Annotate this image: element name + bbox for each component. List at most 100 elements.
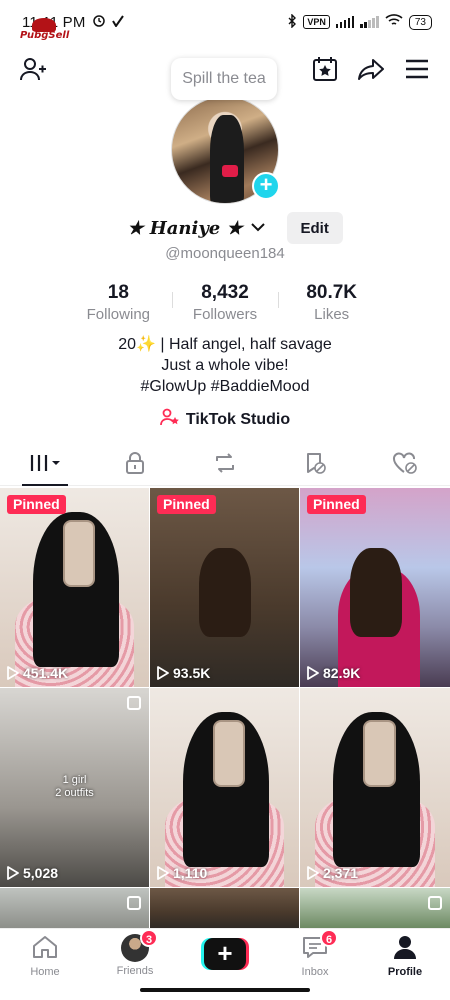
nav-friends-label: Friends (116, 965, 154, 977)
heart-hidden-icon (392, 451, 418, 480)
nav-profile[interactable]: Profile (360, 929, 450, 980)
stat-followers[interactable]: 8,432 Followers (171, 282, 279, 323)
home-icon (31, 934, 59, 963)
bio-line: Just a whole vibe! (161, 357, 289, 374)
videos-grid-icon (29, 453, 61, 478)
nav-home-label: Home (30, 966, 60, 978)
chevron-down-icon[interactable] (250, 219, 265, 237)
play-icon (157, 666, 169, 680)
bio-line: 20✨ | Half angel, half savage (118, 336, 332, 353)
thumb-caption: 1 girl 2 outfits (0, 774, 149, 800)
tab-liked[interactable] (360, 446, 450, 485)
nav-friends[interactable]: 3 Friends (90, 929, 180, 980)
stat-following[interactable]: 18 Following (65, 282, 172, 323)
view-count: 5,028 (7, 865, 58, 881)
play-icon (157, 866, 169, 880)
thumb-phone (62, 519, 96, 588)
calendar-star-icon[interactable] (310, 54, 340, 84)
video-thumbnail[interactable] (150, 888, 299, 928)
bio-line: #GlowUp #BaddieMood (140, 378, 310, 395)
likes-count: 80.7K (306, 282, 358, 303)
followers-count: 8,432 (201, 282, 249, 303)
wifi-icon (385, 14, 403, 30)
inbox-badge: 6 (320, 929, 338, 947)
thumb-caption-line: 1 girl (62, 774, 87, 786)
thumb-phone (212, 719, 246, 788)
friends-badge: 3 (140, 929, 158, 947)
tab-videos[interactable] (0, 446, 90, 486)
play-icon (307, 866, 319, 880)
view-count-value: 82.9K (323, 665, 361, 681)
view-count-value: 1,110 (173, 865, 208, 881)
create-button[interactable]: + (201, 938, 249, 970)
tab-private[interactable] (90, 446, 180, 485)
signal-icon (335, 16, 355, 28)
profile-stats: 18 Following 8,432 Followers 80.7K Likes (65, 282, 385, 323)
thumb-caption-line: 2 outfits (55, 787, 94, 799)
spill-the-tea-bubble[interactable]: Spill the tea (171, 58, 277, 100)
edit-profile-button[interactable]: Edit (286, 212, 343, 244)
creator-star-icon (159, 408, 180, 431)
view-count: 93.5K (157, 665, 210, 681)
add-friend-icon[interactable] (18, 54, 48, 84)
video-thumbnail[interactable]: 2,371 (300, 688, 450, 887)
bio: 20✨ | Half angel, half savage Just a who… (0, 334, 450, 397)
name-row: ★ Haniye ★ Edit (0, 212, 450, 244)
video-thumbnail[interactable]: 1 girl 2 outfits 5,028 (0, 688, 149, 887)
pinned-badge: Pinned (157, 495, 216, 514)
nav-home[interactable]: Home (0, 929, 90, 980)
video-thumbnail[interactable]: Pinned 82.9K (300, 488, 450, 687)
lock-icon (125, 452, 145, 479)
vpn-badge: VPN (303, 15, 330, 29)
view-count-value: 451.4K (23, 665, 69, 681)
multi-photo-icon (428, 896, 442, 910)
view-count-value: 5,028 (23, 865, 59, 881)
play-icon (307, 666, 319, 680)
play-icon (7, 866, 19, 880)
tiktok-studio-label: TikTok Studio (185, 410, 291, 428)
play-icon (7, 666, 19, 680)
view-count: 451.4K (7, 665, 68, 681)
pinned-badge: Pinned (307, 495, 366, 514)
username-handle: @moonqueen184 (165, 245, 285, 262)
thumb-figure (349, 547, 402, 638)
stat-likes[interactable]: 80.7K Likes (278, 282, 385, 323)
video-thumbnail[interactable] (300, 888, 450, 928)
tab-favorites[interactable] (270, 446, 360, 485)
bluetooth-icon (287, 12, 297, 31)
view-count-value: 93.5K (173, 665, 211, 681)
plus-icon: + (204, 938, 246, 970)
pinned-badge: Pinned (7, 495, 66, 514)
watermark-text: PubgSell (20, 30, 70, 41)
multi-photo-icon (127, 896, 141, 910)
tiktok-studio-link[interactable]: TikTok Studio (0, 408, 450, 431)
battery-indicator: 73 (408, 14, 432, 30)
nav-inbox-label: Inbox (301, 966, 329, 978)
check-icon (111, 14, 124, 31)
likes-label: Likes (314, 306, 350, 323)
repost-icon (213, 452, 237, 479)
multi-photo-icon (127, 696, 141, 710)
view-count: 1,110 (157, 865, 207, 881)
menu-icon[interactable] (402, 54, 432, 84)
share-icon[interactable] (356, 54, 386, 84)
add-story-icon[interactable]: + (252, 172, 280, 200)
content-tabs (0, 446, 450, 486)
nav-inbox[interactable]: 6 Inbox (270, 929, 360, 980)
display-name: ★ Haniye ★ (127, 217, 243, 239)
video-thumbnail[interactable] (0, 888, 149, 928)
video-thumbnail[interactable]: Pinned 93.5K (150, 488, 299, 687)
tab-reposts[interactable] (180, 446, 270, 485)
nav-create[interactable]: + (180, 929, 270, 980)
video-thumbnail[interactable]: 1,110 (150, 688, 299, 887)
bookmark-hidden-icon (303, 451, 327, 480)
home-indicator (140, 988, 310, 992)
video-grid: Pinned 451.4K Pinned 93.5K Pinned 82.9K … (0, 488, 450, 928)
view-count: 2,371 (307, 865, 358, 881)
followers-label: Followers (192, 306, 258, 323)
signal-icon-2 (360, 16, 379, 28)
nav-profile-label: Profile (387, 966, 423, 978)
alarm-icon (92, 13, 106, 31)
view-count: 82.9K (307, 665, 360, 681)
video-thumbnail[interactable]: Pinned 451.4K (0, 488, 149, 687)
